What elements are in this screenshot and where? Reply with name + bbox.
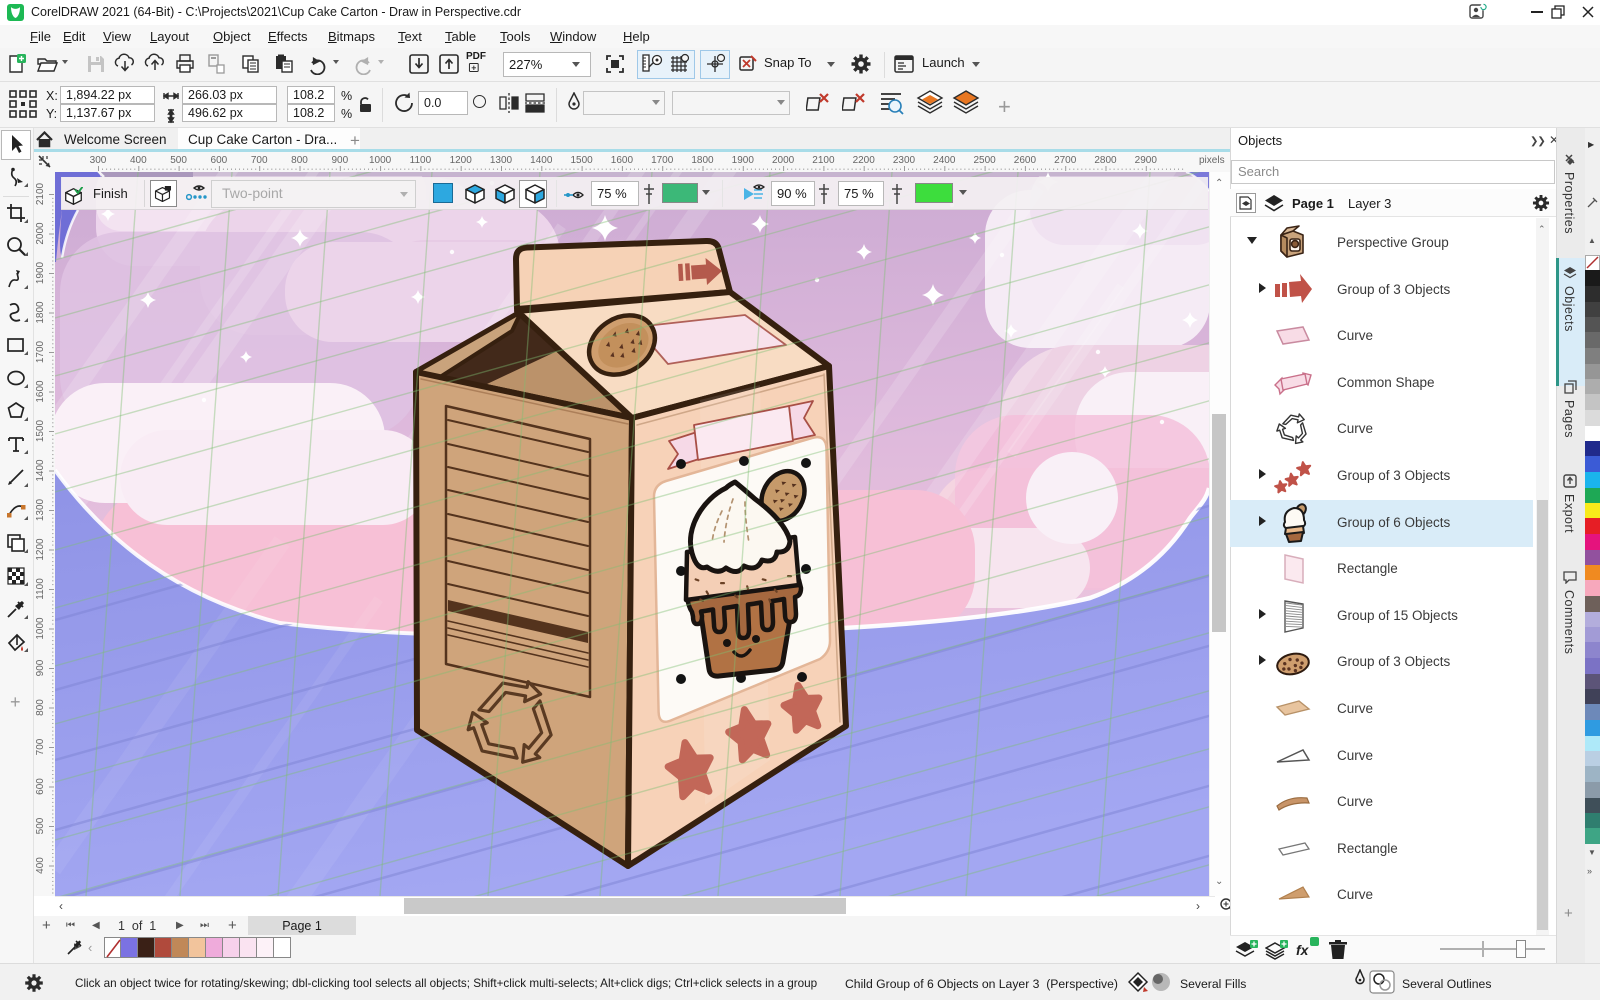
svg-text:1000: 1000: [35, 617, 46, 640]
svg-text:1200: 1200: [450, 155, 473, 166]
svg-text:400: 400: [130, 155, 147, 166]
svg-text:2900: 2900: [1135, 155, 1158, 166]
svg-text:1300: 1300: [35, 498, 46, 521]
svg-text:1700: 1700: [651, 155, 674, 166]
svg-text:1800: 1800: [35, 301, 46, 324]
svg-text:500: 500: [170, 155, 187, 166]
svg-text:2200: 2200: [853, 155, 876, 166]
svg-text:2100: 2100: [812, 155, 835, 166]
svg-text:1000: 1000: [369, 155, 392, 166]
svg-text:2000: 2000: [772, 155, 795, 166]
svg-text:1900: 1900: [35, 261, 46, 284]
svg-text:2700: 2700: [1054, 155, 1077, 166]
svg-text:2600: 2600: [1014, 155, 1037, 166]
svg-text:1600: 1600: [611, 155, 634, 166]
svg-text:300: 300: [90, 155, 107, 166]
svg-text:2000: 2000: [35, 222, 46, 245]
svg-text:1700: 1700: [35, 340, 46, 363]
svg-text:pixels: pixels: [1199, 155, 1225, 166]
svg-text:1100: 1100: [410, 155, 432, 166]
svg-text:2500: 2500: [973, 155, 996, 166]
svg-text:500: 500: [35, 817, 46, 834]
svg-text:900: 900: [331, 155, 348, 166]
svg-text:600: 600: [35, 778, 46, 795]
svg-text:1100: 1100: [35, 578, 46, 600]
svg-text:800: 800: [35, 699, 46, 716]
svg-text:1400: 1400: [35, 459, 46, 482]
svg-text:1600: 1600: [35, 380, 46, 403]
svg-text:2800: 2800: [1094, 155, 1117, 166]
svg-text:1500: 1500: [35, 419, 46, 442]
svg-text:2300: 2300: [893, 155, 916, 166]
svg-text:1300: 1300: [490, 155, 513, 166]
svg-text:2400: 2400: [933, 155, 956, 166]
svg-text:800: 800: [291, 155, 308, 166]
svg-text:600: 600: [211, 155, 228, 166]
svg-text:400: 400: [35, 857, 46, 874]
svg-text:900: 900: [35, 659, 46, 676]
svg-text:700: 700: [251, 155, 268, 166]
svg-text:1500: 1500: [570, 155, 593, 166]
svg-text:1900: 1900: [732, 155, 755, 166]
svg-text:2100: 2100: [35, 182, 46, 205]
svg-text:700: 700: [35, 738, 46, 755]
svg-text:1400: 1400: [530, 155, 553, 166]
svg-text:1200: 1200: [35, 538, 46, 561]
svg-text:1800: 1800: [691, 155, 714, 166]
